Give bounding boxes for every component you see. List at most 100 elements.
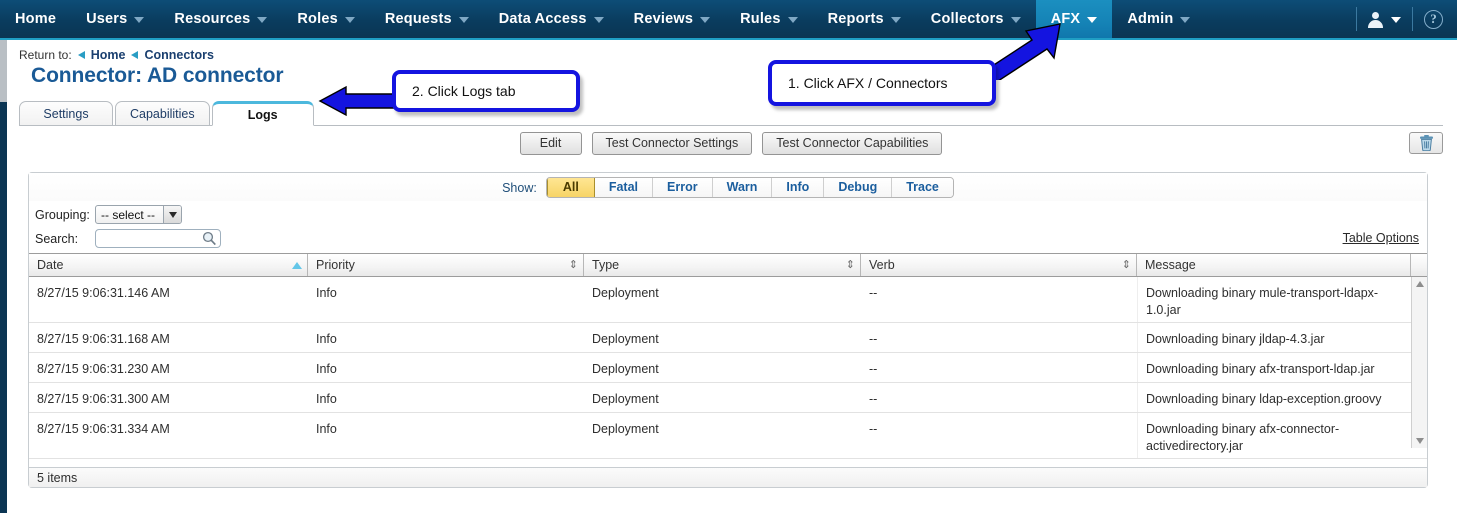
cell-verb: -- [861, 277, 1137, 322]
nav-right-cluster: ? [1345, 0, 1457, 38]
nav-item-resources[interactable]: Resources [159, 0, 282, 38]
table-row[interactable]: 8/27/15 9:06:31.230 AM Info Deployment -… [29, 353, 1427, 383]
table-row[interactable]: 8/27/15 9:06:31.300 AM Info Deployment -… [29, 383, 1427, 413]
tab-settings[interactable]: Settings [19, 101, 113, 126]
sort-toggle-icon: ⇕ [846, 260, 855, 270]
left-edge-rail [0, 40, 7, 513]
chevron-down-icon [1180, 17, 1190, 23]
magnifier-icon[interactable] [202, 231, 217, 246]
logs-table: Date Priority ⇕ Type ⇕ Verb ⇕ Message 8 [29, 253, 1427, 487]
grouping-select[interactable]: -- select -- [95, 205, 182, 224]
filter-fatal[interactable]: Fatal [595, 178, 653, 197]
triangle-up-icon [1416, 281, 1424, 287]
table-row[interactable]: 8/27/15 9:06:31.146 AM Info Deployment -… [29, 277, 1427, 323]
sort-ascending-icon [292, 262, 302, 269]
triangle-down-icon [1416, 438, 1424, 444]
column-label: Date [37, 258, 292, 272]
cell-verb: -- [861, 353, 1137, 382]
column-label: Type [592, 258, 846, 272]
breadcrumb: Return to: Home Connectors [19, 48, 214, 62]
divider [1356, 7, 1357, 31]
column-header-date[interactable]: Date [29, 254, 308, 276]
tab-label: Settings [43, 107, 88, 121]
breadcrumb-link-home[interactable]: Home [91, 48, 126, 62]
log-level-segmented-control: All Fatal Error Warn Info Debug Trace [546, 177, 954, 198]
filter-warn[interactable]: Warn [713, 178, 773, 197]
table-vertical-scrollbar[interactable] [1411, 277, 1427, 448]
tab-logs[interactable]: Logs [212, 101, 314, 126]
search-input[interactable] [99, 231, 199, 246]
table-row[interactable]: 8/27/15 9:06:31.168 AM Info Deployment -… [29, 323, 1427, 353]
tab-label: Logs [248, 108, 278, 122]
column-label: Priority [316, 258, 569, 272]
nav-item-data-access[interactable]: Data Access [484, 0, 619, 38]
tab-capabilities[interactable]: Capabilities [115, 101, 210, 126]
cell-type: Deployment [584, 277, 861, 322]
filter-error[interactable]: Error [653, 178, 713, 197]
table-body: 8/27/15 9:06:31.146 AM Info Deployment -… [29, 277, 1427, 459]
delete-logs-button[interactable] [1409, 132, 1443, 154]
table-options-link[interactable]: Table Options [1343, 231, 1419, 245]
nav-item-roles[interactable]: Roles [282, 0, 370, 38]
filter-debug[interactable]: Debug [824, 178, 892, 197]
row-count-label: 5 items [37, 471, 77, 485]
column-label: Verb [869, 258, 1122, 272]
nav-item-users[interactable]: Users [71, 0, 159, 38]
trash-icon [1419, 135, 1434, 151]
nav-item-label: Home [15, 11, 56, 27]
column-header-gutter [1411, 254, 1427, 276]
chevron-down-icon [1011, 17, 1021, 23]
cell-message: Downloading binary afx-transport-ldap.ja… [1137, 353, 1395, 382]
show-label: Show: [502, 181, 537, 195]
column-header-priority[interactable]: Priority ⇕ [308, 254, 584, 276]
page-title: Connector: AD connector [31, 64, 283, 88]
search-input-wrapper[interactable] [95, 229, 221, 248]
cell-date: 8/27/15 9:06:31.230 AM [29, 353, 308, 382]
cell-priority: Info [308, 353, 584, 382]
scroll-down-button[interactable] [1412, 434, 1428, 448]
filter-info[interactable]: Info [772, 178, 824, 197]
annotation-text: 1. Click AFX / Connectors [788, 75, 948, 91]
nav-item-label: Roles [297, 11, 338, 27]
filter-all[interactable]: All [547, 178, 595, 197]
column-label: Message [1145, 258, 1405, 272]
divider [1412, 7, 1413, 31]
chevron-down-icon[interactable] [1391, 17, 1401, 23]
cell-date: 8/27/15 9:06:31.146 AM [29, 277, 308, 322]
help-circle-icon[interactable]: ? [1424, 10, 1443, 29]
nav-item-afx[interactable]: AFX [1036, 0, 1113, 38]
grouping-select-button[interactable] [163, 206, 181, 223]
nav-item-requests[interactable]: Requests [370, 0, 484, 38]
table-row[interactable]: 8/27/15 9:06:31.334 AM Info Deployment -… [29, 413, 1427, 459]
column-header-type[interactable]: Type ⇕ [584, 254, 861, 276]
edit-button[interactable]: Edit [520, 132, 582, 155]
breadcrumb-link-connectors[interactable]: Connectors [144, 48, 213, 62]
test-connector-capabilities-button[interactable]: Test Connector Capabilities [762, 132, 942, 155]
nav-item-reviews[interactable]: Reviews [619, 0, 725, 38]
user-icon[interactable] [1368, 12, 1382, 27]
chevron-down-icon [345, 17, 355, 23]
nav-item-label: AFX [1051, 11, 1081, 27]
test-connector-settings-button[interactable]: Test Connector Settings [592, 132, 753, 155]
chevron-down-icon [459, 17, 469, 23]
cell-type: Deployment [584, 413, 861, 458]
top-navigation-bar: Home Users Resources Roles Requests Data… [0, 0, 1457, 40]
nav-item-admin[interactable]: Admin [1112, 0, 1205, 38]
nav-item-collectors[interactable]: Collectors [916, 0, 1036, 38]
scroll-up-button[interactable] [1412, 277, 1428, 291]
logs-panel: Show: All Fatal Error Warn Info Debug Tr… [28, 172, 1428, 488]
chevron-down-icon [257, 17, 267, 23]
row-count-footer: 5 items [29, 467, 1427, 487]
column-header-message[interactable]: Message [1137, 254, 1411, 276]
nav-item-label: Collectors [931, 11, 1004, 27]
nav-item-home[interactable]: Home [0, 0, 71, 38]
nav-item-label: Users [86, 11, 127, 27]
nav-item-rules[interactable]: Rules [725, 0, 813, 38]
filter-trace[interactable]: Trace [892, 178, 953, 197]
cell-verb: -- [861, 323, 1137, 352]
column-header-verb[interactable]: Verb ⇕ [861, 254, 1137, 276]
nav-item-reports[interactable]: Reports [813, 0, 916, 38]
log-level-filter-bar: Show: All Fatal Error Warn Info Debug Tr… [29, 173, 1427, 201]
search-label: Search: [35, 232, 95, 246]
cell-priority: Info [308, 413, 584, 458]
